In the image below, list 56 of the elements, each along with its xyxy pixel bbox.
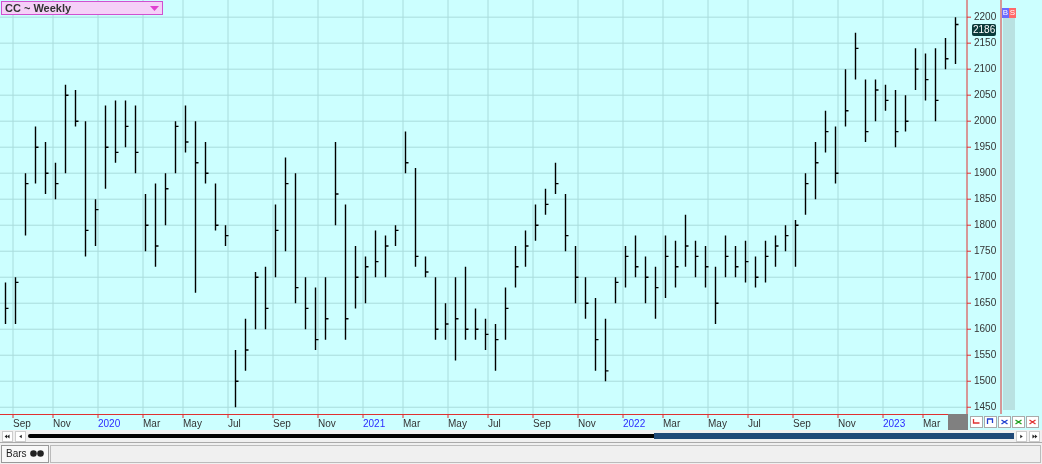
y-axis-label: 2200 [974, 11, 997, 23]
x-axis-label: May [708, 418, 727, 429]
y-axis-label: 1500 [974, 375, 997, 387]
scroll-thumb[interactable] [654, 433, 1014, 439]
x-axis-label: May [183, 418, 202, 429]
scroll-right-icon[interactable] [1016, 430, 1027, 442]
x-axis-label: Jul [228, 418, 241, 429]
x-axis-label: Nov [53, 418, 71, 429]
y-axis-label: 2050 [974, 89, 997, 101]
x-axis-label: 2023 [883, 418, 906, 429]
x-axis-label: Mar [143, 418, 161, 429]
cross-icon[interactable] [1026, 416, 1039, 428]
last-price-tag: 2186 [972, 24, 997, 36]
cross-icon[interactable] [1012, 416, 1025, 428]
x-axis-label: 2021 [363, 418, 386, 429]
y-axis-label: 1900 [974, 167, 997, 179]
corner-icon[interactable] [970, 416, 983, 428]
y-axis-label: 1550 [974, 349, 997, 361]
x-axis-label: Sep [273, 418, 291, 429]
x-axis-label: Jul [748, 418, 761, 429]
view-tab[interactable]: Bars [1, 444, 49, 463]
y-axis-label: 1800 [974, 219, 997, 231]
x-axis-label: Sep [793, 418, 811, 429]
x-axis-label: Sep [533, 418, 551, 429]
scroll-track[interactable] [28, 434, 1014, 438]
y-axis-label: 2150 [974, 37, 997, 49]
x-axis-label: Mar [403, 418, 421, 429]
y-axis-label: 1600 [974, 323, 997, 335]
x-axis-label: Sep [13, 418, 31, 429]
cross-icon[interactable] [998, 416, 1011, 428]
x-axis-label: Nov [838, 418, 856, 429]
y-axis-label: 2100 [974, 63, 997, 75]
x-axis-label: Jul [488, 418, 501, 429]
x-axis-label: Mar [923, 418, 941, 429]
x-axis-label: Nov [578, 418, 596, 429]
y-axis-label: 1700 [974, 271, 997, 283]
x-axis-label: Mar [663, 418, 681, 429]
x-axis-label: Nov [318, 418, 336, 429]
x-axis-label: 2020 [98, 418, 121, 429]
scroll-first-icon[interactable] [2, 430, 13, 442]
side-toggle[interactable]: B [1002, 8, 1009, 18]
scroll-last-icon[interactable] [1029, 430, 1040, 442]
y-axis-label: 2000 [974, 115, 997, 127]
x-axis-label: May [448, 418, 467, 429]
y-axis-label: 1650 [974, 297, 997, 309]
x-axis-label: 2022 [623, 418, 646, 429]
dropdown-arrow-icon [150, 5, 159, 11]
y-axis-label: 1850 [974, 193, 997, 205]
scroll-left-icon[interactable] [15, 430, 26, 442]
symbol-dropdown[interactable]: CC ~ Weekly [1, 1, 163, 15]
y-axis-label: 1750 [974, 245, 997, 257]
corner-icon[interactable] [984, 416, 997, 428]
dots-icon [29, 450, 44, 457]
corner-block [948, 414, 968, 430]
y-axis-label: 1950 [974, 141, 997, 153]
y-axis-label: 1450 [974, 401, 997, 413]
